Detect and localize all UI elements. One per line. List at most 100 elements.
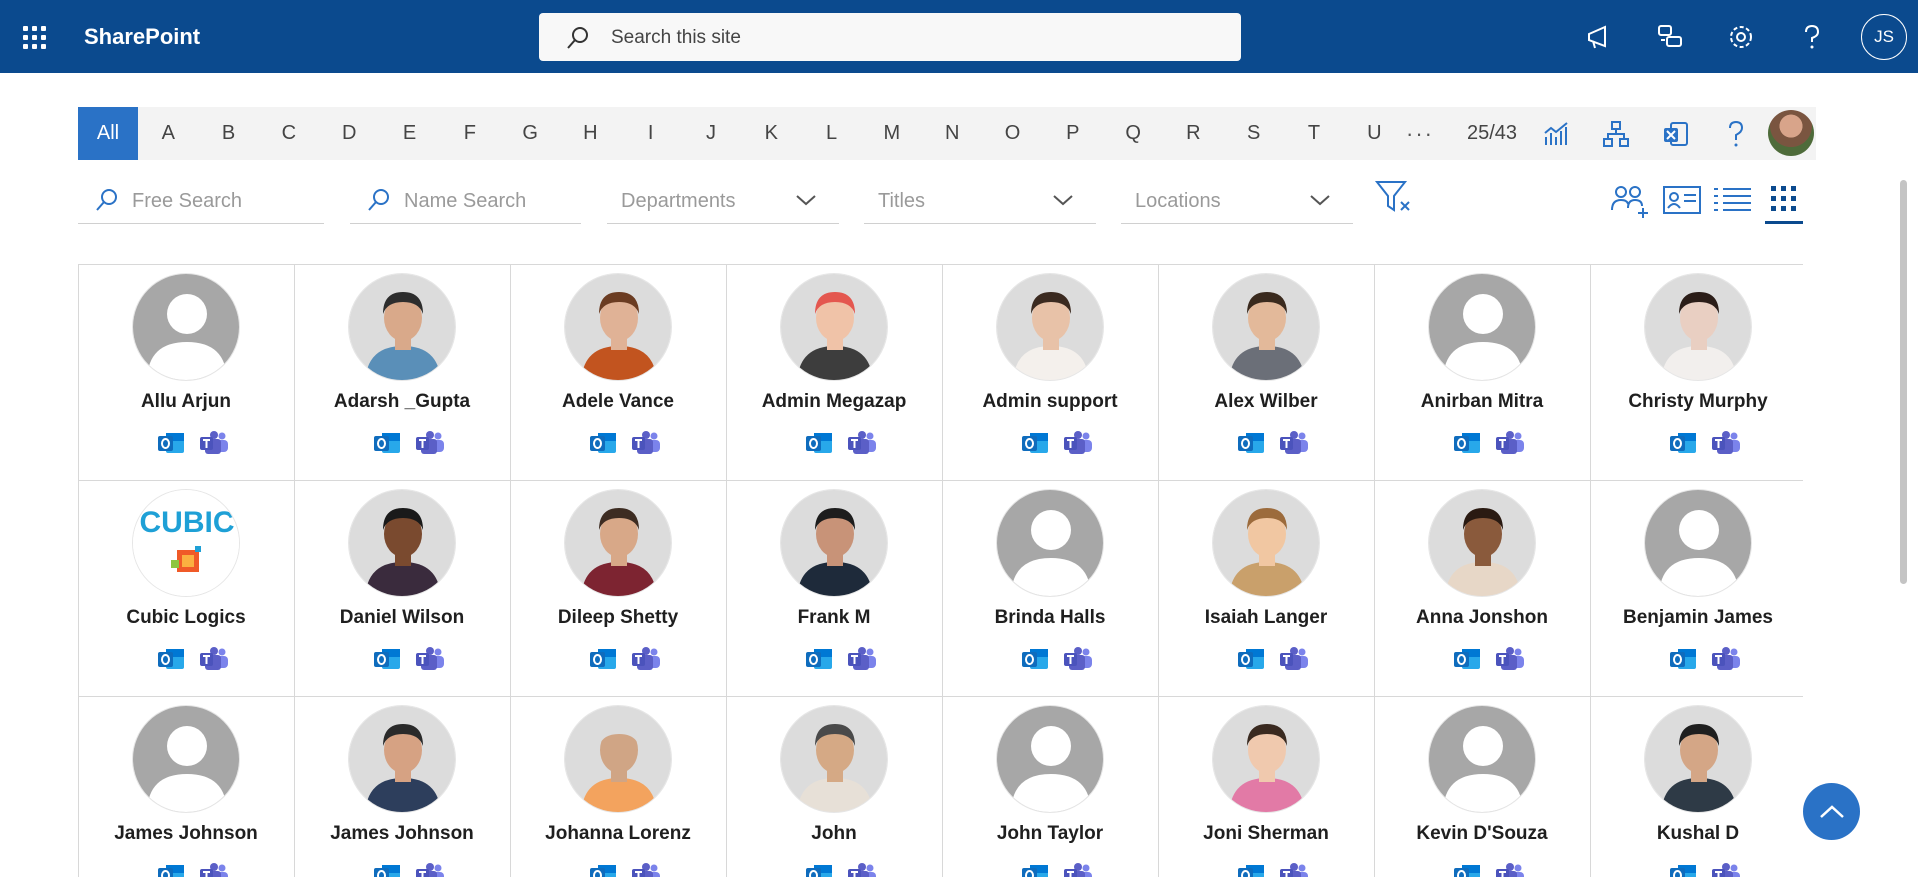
teams-icon[interactable]: [415, 430, 445, 456]
outlook-icon[interactable]: [1021, 862, 1049, 877]
clear-filter-icon[interactable]: [1373, 178, 1415, 218]
person-photo[interactable]: [348, 273, 456, 381]
person-name[interactable]: Adarsh _Gupta: [295, 391, 509, 413]
outlook-icon[interactable]: [373, 430, 401, 456]
person-card[interactable]: Johanna Lorenz: [511, 697, 727, 877]
person-photo[interactable]: [1212, 273, 1320, 381]
letter-filter-all[interactable]: All: [78, 107, 138, 160]
teams-icon[interactable]: [1063, 430, 1093, 456]
person-photo[interactable]: [348, 489, 456, 597]
teams-icon[interactable]: [1279, 862, 1309, 877]
letter-filter-l[interactable]: L: [802, 107, 862, 160]
person-photo[interactable]: [1644, 273, 1752, 381]
person-photo[interactable]: [1428, 273, 1536, 381]
teams-icon[interactable]: [1495, 430, 1525, 456]
person-photo[interactable]: [564, 705, 672, 813]
person-card[interactable]: Kevin D'Souza: [1375, 697, 1591, 877]
outlook-icon[interactable]: [373, 862, 401, 877]
outlook-icon[interactable]: [589, 646, 617, 672]
list-view-icon[interactable]: [1711, 180, 1753, 220]
letter-filter-d[interactable]: D: [319, 107, 379, 160]
letter-filter-i[interactable]: I: [621, 107, 681, 160]
teams-icon[interactable]: [847, 646, 877, 672]
letter-filter-g[interactable]: G: [500, 107, 560, 160]
person-photo[interactable]: [564, 489, 672, 597]
scrollbar[interactable]: [1900, 180, 1907, 584]
person-card[interactable]: Anna Jonshon: [1375, 481, 1591, 697]
letter-filter-h[interactable]: H: [560, 107, 620, 160]
person-name[interactable]: Brinda Halls: [943, 607, 1157, 629]
titles-dropdown[interactable]: Titles: [864, 178, 1096, 224]
teams-icon[interactable]: [1711, 430, 1741, 456]
outlook-icon[interactable]: [157, 646, 185, 672]
person-card[interactable]: Allu Arjun: [79, 265, 295, 481]
grid-view-icon[interactable]: [1763, 180, 1805, 220]
teams-icon[interactable]: [631, 646, 661, 672]
letter-filter-k[interactable]: K: [741, 107, 801, 160]
letter-filter-c[interactable]: C: [259, 107, 319, 160]
outlook-icon[interactable]: [805, 430, 833, 456]
person-name[interactable]: Anna Jonshon: [1375, 607, 1589, 629]
person-card[interactable]: Adele Vance: [511, 265, 727, 481]
departments-dropdown[interactable]: Departments: [607, 178, 839, 224]
teams-icon[interactable]: [847, 430, 877, 456]
megaphone-icon[interactable]: [1585, 22, 1615, 52]
person-photo[interactable]: [780, 273, 888, 381]
outlook-icon[interactable]: [1453, 862, 1481, 877]
outlook-icon[interactable]: [1453, 646, 1481, 672]
chart-icon[interactable]: [1542, 119, 1572, 149]
teams-icon[interactable]: [1711, 646, 1741, 672]
feedback-icon[interactable]: [1655, 22, 1685, 52]
person-name[interactable]: Dileep Shetty: [511, 607, 725, 629]
outlook-icon[interactable]: [157, 862, 185, 877]
outlook-icon[interactable]: [805, 646, 833, 672]
person-photo[interactable]: [996, 489, 1104, 597]
outlook-icon[interactable]: [1021, 430, 1049, 456]
letter-filter-b[interactable]: B: [199, 107, 259, 160]
person-photo[interactable]: [996, 273, 1104, 381]
person-name[interactable]: Benjamin James: [1591, 607, 1803, 629]
teams-icon[interactable]: [1063, 646, 1093, 672]
outlook-icon[interactable]: [157, 430, 185, 456]
locations-dropdown[interactable]: Locations: [1121, 178, 1353, 224]
person-name[interactable]: Kushal D: [1591, 823, 1803, 845]
person-photo[interactable]: CUBIC: [132, 489, 240, 597]
site-search-box[interactable]: Search this site: [539, 13, 1241, 61]
person-name[interactable]: Frank M: [727, 607, 941, 629]
person-card[interactable]: John: [727, 697, 943, 877]
person-name[interactable]: Adele Vance: [511, 391, 725, 413]
letter-filter-n[interactable]: N: [922, 107, 982, 160]
letter-filter-q[interactable]: Q: [1103, 107, 1163, 160]
contact-card-view-icon[interactable]: [1661, 180, 1703, 220]
free-search-input[interactable]: Free Search: [78, 178, 324, 224]
scroll-to-top-button[interactable]: [1803, 783, 1860, 840]
teams-icon[interactable]: [631, 862, 661, 877]
outlook-icon[interactable]: [373, 646, 401, 672]
teams-icon[interactable]: [1495, 646, 1525, 672]
teams-icon[interactable]: [199, 646, 229, 672]
gear-icon[interactable]: [1726, 22, 1756, 52]
person-photo[interactable]: [780, 705, 888, 813]
person-photo[interactable]: [1644, 705, 1752, 813]
outlook-icon[interactable]: [805, 862, 833, 877]
teams-icon[interactable]: [199, 862, 229, 877]
person-name[interactable]: John: [727, 823, 941, 845]
person-photo[interactable]: [1644, 489, 1752, 597]
person-photo[interactable]: [1428, 489, 1536, 597]
person-name[interactable]: Isaiah Langer: [1159, 607, 1373, 629]
person-name[interactable]: Joni Sherman: [1159, 823, 1373, 845]
outlook-icon[interactable]: [589, 430, 617, 456]
person-photo[interactable]: [1212, 489, 1320, 597]
org-chart-icon[interactable]: [1601, 119, 1631, 149]
teams-icon[interactable]: [847, 862, 877, 877]
person-card[interactable]: Admin support: [943, 265, 1159, 481]
teams-icon[interactable]: [415, 862, 445, 877]
person-photo[interactable]: [564, 273, 672, 381]
letter-filter-e[interactable]: E: [380, 107, 440, 160]
letter-filter-t[interactable]: T: [1284, 107, 1344, 160]
person-card[interactable]: Alex Wilber: [1159, 265, 1375, 481]
letter-filter-a[interactable]: A: [138, 107, 198, 160]
outlook-icon[interactable]: [1669, 430, 1697, 456]
person-name[interactable]: Admin support: [943, 391, 1157, 413]
person-name[interactable]: Cubic Logics: [79, 607, 293, 629]
